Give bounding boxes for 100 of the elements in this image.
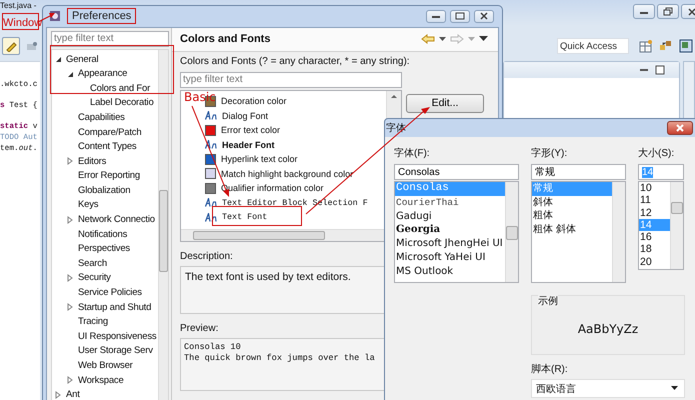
size-label: 大小(S): <box>638 147 676 161</box>
font-option[interactable]: Microsoft YaHei UI <box>395 250 505 265</box>
script-label: 脚本(R): <box>531 363 569 377</box>
dropdown-icon <box>671 386 678 391</box>
tree-item[interactable]: Search <box>78 258 107 269</box>
tree-item[interactable]: Workspace <box>78 374 124 386</box>
size-option[interactable]: 11 <box>639 194 670 207</box>
minimize-button[interactable] <box>633 4 655 19</box>
list-item[interactable]: Hyperlink text color <box>221 154 298 164</box>
collapsed-icon[interactable] <box>66 303 74 312</box>
scrollbar[interactable] <box>505 182 518 282</box>
font-option[interactable]: CourierThai <box>395 196 505 210</box>
tree-item[interactable]: Compare/Patch <box>78 126 142 138</box>
tree-item[interactable]: Network Connectio <box>78 214 155 226</box>
tree-item[interactable]: User Storage Serv <box>78 345 153 356</box>
tree-item[interactable]: Appearance <box>78 68 128 80</box>
maximize-button[interactable] <box>450 10 470 23</box>
dropdown-icon[interactable] <box>439 36 446 42</box>
list-item[interactable]: Header Font <box>222 140 275 150</box>
expanded-icon[interactable] <box>54 55 62 64</box>
list-item[interactable]: Match highlight background color <box>221 168 354 178</box>
tree-item[interactable]: Notifications <box>78 228 128 240</box>
dialog-title: Preferences <box>67 8 136 24</box>
tree-item[interactable]: Tracing <box>78 316 108 328</box>
tree-item[interactable]: UI Responsiveness <box>78 330 156 342</box>
tree-item[interactable]: Security <box>78 272 111 284</box>
preview-label: Preview: <box>180 322 218 336</box>
size-option[interactable]: 18 <box>639 243 670 256</box>
edit-button[interactable]: Edit... <box>406 94 484 113</box>
perspective-icon[interactable] <box>639 39 653 53</box>
size-option[interactable]: 16 <box>639 231 670 244</box>
tree-item[interactable]: Ant <box>66 389 80 400</box>
font-field[interactable]: Consolas <box>394 164 519 180</box>
font-icon <box>205 111 217 120</box>
restore-button[interactable] <box>657 4 679 19</box>
perspective-icon[interactable] <box>659 39 673 53</box>
preview-text: Consolas 10 <box>184 342 242 353</box>
tree-item[interactable]: General <box>66 54 98 65</box>
sample-label: 示例 <box>538 294 558 308</box>
tree-item[interactable]: Globalization <box>78 184 130 196</box>
size-option[interactable]: 20 <box>639 256 670 268</box>
font-option[interactable]: Georgia <box>395 223 505 238</box>
script-dropdown[interactable]: 西欧语言 <box>531 379 685 398</box>
tree-item[interactable]: Startup and Shutd <box>78 302 152 313</box>
collapsed-icon[interactable] <box>66 376 74 384</box>
tree-item[interactable]: Capabilities <box>78 112 125 123</box>
close-icon <box>688 8 695 16</box>
restore-icon <box>663 7 673 16</box>
page-title: Colors and Fonts <box>180 33 270 46</box>
close-icon <box>480 12 488 20</box>
tree-item[interactable]: Perspectives <box>78 243 130 254</box>
collapsed-icon[interactable] <box>66 216 74 224</box>
perspective-icon[interactable] <box>679 39 693 53</box>
size-option[interactable]: 10 <box>639 182 670 194</box>
annotation-label: Basic <box>184 90 216 104</box>
filter-field[interactable]: type filter text <box>180 72 402 88</box>
style-option[interactable]: 粗体 <box>532 209 612 222</box>
scrollbar[interactable] <box>158 50 168 400</box>
scrollbar[interactable] <box>670 182 683 269</box>
tree-item[interactable]: Editors <box>78 156 106 167</box>
tree-item[interactable]: Keys <box>78 199 98 210</box>
minimize-button[interactable] <box>426 10 446 23</box>
toolbar-icon[interactable] <box>26 40 38 52</box>
toolbar-button[interactable] <box>2 37 20 55</box>
minimize-icon[interactable] <box>639 66 649 74</box>
list-item[interactable]: Error text color <box>221 125 280 135</box>
tree-item[interactable]: Colors and For <box>90 82 150 94</box>
description-label: Description: <box>180 250 233 264</box>
style-field[interactable]: 常规 <box>531 164 626 180</box>
list-item[interactable]: Decoration color <box>221 96 287 106</box>
style-label: 字形(Y): <box>531 147 568 161</box>
style-option[interactable]: 斜体 <box>532 196 612 209</box>
maximize-icon[interactable] <box>655 65 665 75</box>
view-menu-icon[interactable] <box>479 36 488 42</box>
close-button[interactable] <box>474 10 494 23</box>
filter-label: Colors and Fonts (? = any character, * = any string): <box>180 54 410 69</box>
scrollbar[interactable] <box>612 182 625 282</box>
preview-text: The quick brown fox jumps over the la <box>184 352 376 364</box>
tree-item[interactable]: Error Reporting <box>78 170 140 182</box>
collapsed-icon[interactable] <box>66 274 74 282</box>
tree-item[interactable]: Content Types <box>78 141 136 152</box>
tree-item[interactable]: Service Policies <box>78 287 142 298</box>
font-label: 字体(F): <box>394 147 431 161</box>
font-option[interactable]: Gadugi <box>395 210 505 224</box>
minimize-icon <box>431 13 441 20</box>
list-item[interactable]: Dialog Font <box>222 110 268 120</box>
style-option[interactable]: 粗体 斜体 <box>532 222 612 236</box>
list-item[interactable]: Text Font <box>222 212 268 222</box>
expanded-icon[interactable] <box>66 70 74 78</box>
quick-access-field[interactable]: Quick Access <box>557 38 629 54</box>
filter-field[interactable]: type filter text <box>51 30 169 47</box>
font-option[interactable]: Microsoft JhengHei UI <box>395 237 505 251</box>
tree-item[interactable]: Label Decoratio <box>90 97 154 108</box>
size-option[interactable]: 12 <box>639 206 670 219</box>
font-icon <box>205 212 217 222</box>
collapsed-icon[interactable] <box>66 157 74 166</box>
font-icon <box>205 140 217 149</box>
tree-item[interactable]: Web Browser <box>78 360 133 372</box>
close-button[interactable] <box>667 121 693 135</box>
collapsed-icon[interactable] <box>54 390 62 399</box>
